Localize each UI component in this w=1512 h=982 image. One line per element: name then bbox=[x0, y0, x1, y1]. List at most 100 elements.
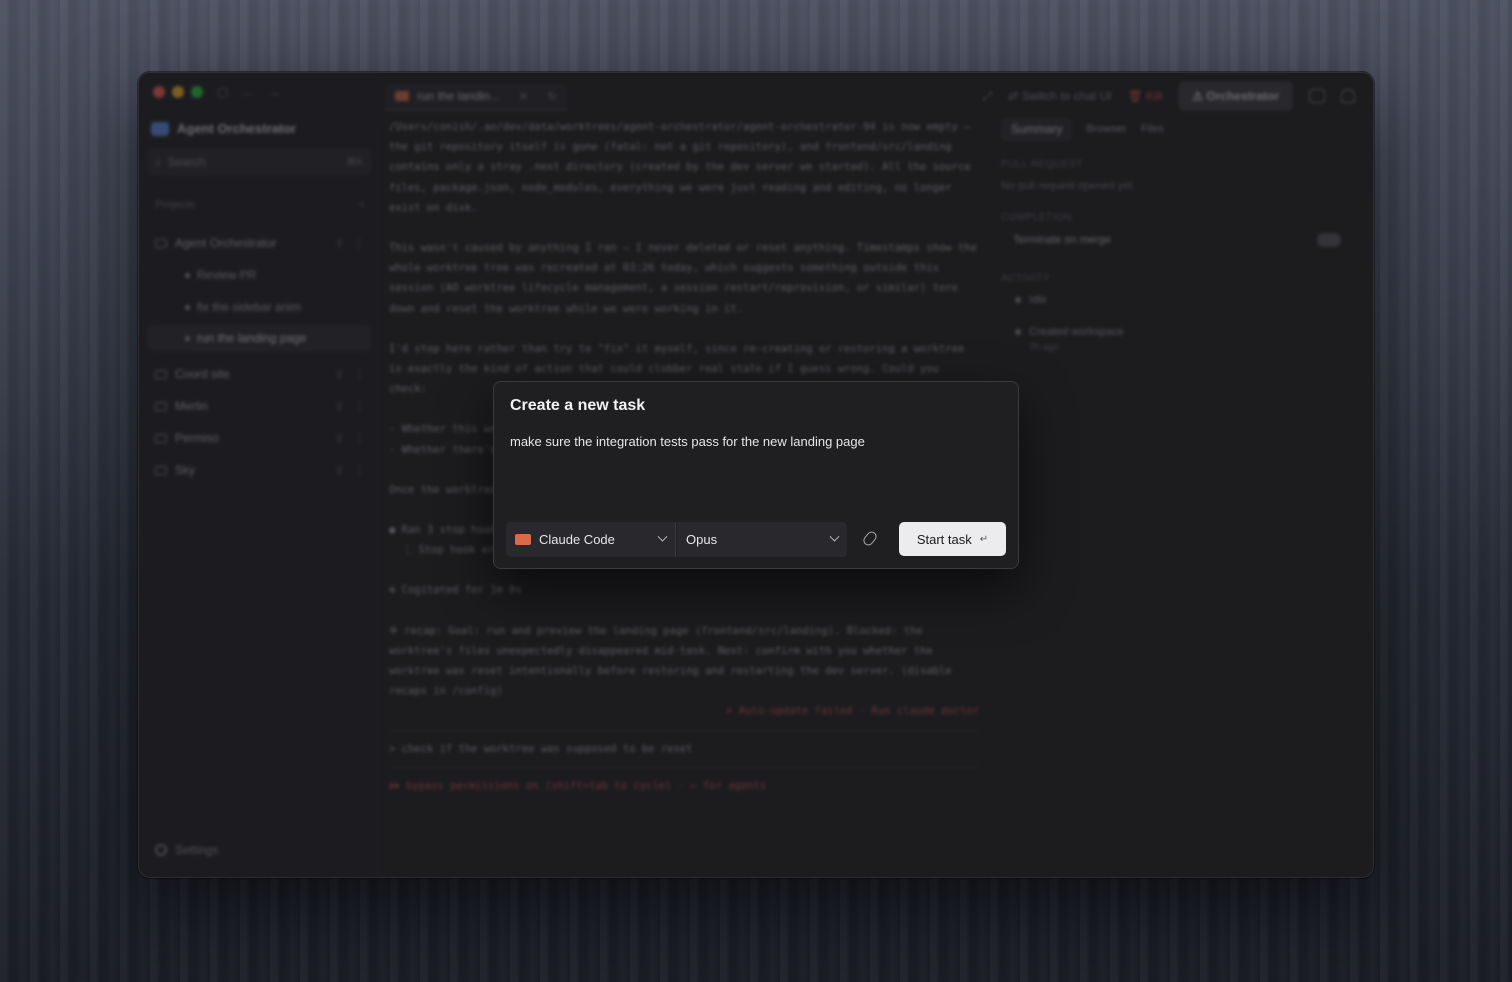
pr-label: PULL REQUEST bbox=[1001, 159, 1083, 170]
task-name: Review PR bbox=[197, 268, 257, 282]
tab-browser[interactable]: Browser bbox=[1086, 123, 1126, 135]
sidebar-toggle-icon[interactable]: ▢ bbox=[217, 85, 228, 99]
add-project-icon[interactable]: + bbox=[359, 199, 365, 211]
project-item[interactable]: Merlin ⇪ ⋮ bbox=[155, 399, 365, 413]
permissions-footer: ⏵⏵ bypass permissions on (shift+tab to c… bbox=[389, 779, 767, 792]
more-icon[interactable]: ⋮ bbox=[354, 400, 365, 413]
attach-icon[interactable] bbox=[861, 529, 879, 548]
start-task-button[interactable]: Start task ↵ bbox=[899, 522, 1006, 556]
upload-icon[interactable]: ⇪ bbox=[335, 400, 344, 413]
forward-arrow-icon[interactable]: → bbox=[268, 85, 280, 99]
project-name: Coord site bbox=[175, 367, 230, 381]
terminal-line: This wasn't caused by anything I ran — I… bbox=[389, 242, 984, 315]
tab-session[interactable]: run the landin... ✕ ↻ bbox=[385, 83, 567, 111]
gear-icon bbox=[155, 844, 167, 856]
model-select[interactable]: Opus bbox=[677, 522, 847, 557]
create-task-modal: Create a new task make sure the integrat… bbox=[493, 381, 1019, 569]
enter-key-icon: ↵ bbox=[979, 533, 989, 545]
window-controls bbox=[153, 86, 203, 98]
status-dot bbox=[1015, 329, 1021, 335]
project-item[interactable]: Agent Orchestrator ⇪ ⋮ bbox=[155, 236, 365, 250]
agent-select[interactable]: Claude Code bbox=[506, 522, 676, 557]
folder-icon bbox=[155, 465, 167, 475]
agent-value: Claude Code bbox=[539, 532, 615, 547]
more-icon[interactable]: ⋮ bbox=[354, 432, 365, 445]
more-icon[interactable]: ⋮ bbox=[354, 368, 365, 381]
activity-label: ACTIVITY bbox=[1001, 273, 1051, 284]
logo-icon bbox=[151, 121, 169, 136]
upload-icon[interactable]: ⇪ bbox=[335, 464, 344, 477]
layout-icon[interactable] bbox=[1309, 89, 1325, 103]
projects-header: Projects + bbox=[155, 199, 365, 211]
upload-icon[interactable]: ⇪ bbox=[335, 432, 344, 445]
task-item[interactable]: Review PR bbox=[185, 268, 256, 282]
orchestrator-button[interactable]: ⚠ Orchestrator bbox=[1178, 81, 1293, 111]
pr-value: No pull request opened yet. bbox=[1001, 180, 1136, 192]
folder-icon bbox=[155, 401, 167, 411]
status-dot bbox=[185, 304, 190, 310]
bell-icon[interactable] bbox=[1341, 89, 1355, 103]
project-item[interactable]: Coord site ⇪ ⋮ bbox=[155, 367, 365, 381]
task-name: run the landing page bbox=[197, 331, 307, 345]
claude-icon bbox=[395, 91, 409, 101]
kill-button[interactable]: 🗑 Kill bbox=[1128, 89, 1163, 103]
terminal-prompt[interactable]: > check if the worktree was supposed to … bbox=[389, 739, 979, 759]
settings-label: Settings bbox=[175, 843, 219, 857]
task-item[interactable]: fix the sidebar anim bbox=[185, 300, 301, 314]
task-item-active[interactable]: run the landing page bbox=[147, 325, 371, 351]
settings-button[interactable]: Settings bbox=[155, 843, 218, 857]
switch-chat-label: Switch to chat UI bbox=[1021, 89, 1112, 103]
model-value: Opus bbox=[686, 532, 718, 547]
terminal-line: ※ recap: Goal: run and preview the landi… bbox=[389, 624, 958, 698]
tab-label: run the landin... bbox=[417, 89, 500, 103]
task-description-input[interactable]: make sure the integration tests pass for… bbox=[510, 434, 1004, 504]
switch-chat-button[interactable]: ⇄ Switch to chat UI bbox=[1008, 89, 1111, 103]
tab-summary[interactable]: Summary bbox=[1001, 117, 1073, 141]
activity-text: Created workspace bbox=[1029, 326, 1124, 338]
orchestrator-label: Orchestrator bbox=[1206, 89, 1279, 103]
start-task-label: Start task bbox=[916, 531, 972, 547]
topbar: run the landin... ✕ ↻ ⤢ ⇄ Switch to chat… bbox=[379, 73, 1373, 117]
activity-time: 3h ago bbox=[1029, 342, 1060, 353]
project-item[interactable]: Permiso ⇪ ⋮ bbox=[155, 431, 365, 445]
status-dot bbox=[185, 335, 190, 341]
divider bbox=[389, 766, 979, 768]
minimize-window-button[interactable] bbox=[172, 86, 184, 98]
activity-text: Idle bbox=[1029, 294, 1047, 306]
terminate-toggle[interactable] bbox=[1317, 233, 1341, 247]
panel-tabs: Summary Browser Files bbox=[1001, 117, 1341, 141]
completion-label: COMPLETION bbox=[1001, 212, 1073, 223]
terminal-line: /Users/conish/.ao/dev/data/worktrees/age… bbox=[389, 121, 977, 214]
activity-item: Idle bbox=[1015, 294, 1341, 306]
brand-name: Agent Orchestrator bbox=[177, 121, 297, 136]
more-icon[interactable]: ⋮ bbox=[354, 237, 365, 250]
search-icon: ⌕ bbox=[155, 154, 162, 169]
close-tab-icon[interactable]: ✕ bbox=[519, 90, 528, 103]
project-item[interactable]: Sky ⇪ ⋮ bbox=[155, 463, 365, 477]
app-brand: Agent Orchestrator bbox=[151, 121, 296, 136]
project-name: Agent Orchestrator bbox=[175, 236, 277, 250]
folder-icon bbox=[155, 369, 167, 379]
modal-title: Create a new task bbox=[510, 397, 646, 414]
upload-icon[interactable]: ⇪ bbox=[335, 237, 344, 250]
back-arrow-icon[interactable]: ← bbox=[242, 85, 254, 99]
upload-icon[interactable]: ⇪ bbox=[335, 368, 344, 381]
terminate-label: Terminate on merge bbox=[1013, 234, 1111, 246]
folder-icon bbox=[155, 433, 167, 443]
refresh-icon[interactable]: ↻ bbox=[548, 90, 557, 103]
update-warning: ✗ Auto-update failed · Run claude doctor bbox=[726, 705, 979, 718]
topbar-actions: ⤢ ⇄ Switch to chat UI 🗑 Kill ⚠ Orchestra… bbox=[983, 81, 1355, 111]
search-input[interactable]: ⌕ Search ⌘K bbox=[147, 149, 371, 175]
projects-label: Projects bbox=[155, 199, 195, 211]
task-name: fix the sidebar anim bbox=[197, 300, 302, 314]
status-dot bbox=[1015, 297, 1021, 303]
expand-icon[interactable]: ⤢ bbox=[983, 89, 993, 104]
folder-icon bbox=[155, 238, 167, 248]
chevron-down-icon bbox=[829, 531, 840, 542]
maximize-window-button[interactable] bbox=[191, 86, 203, 98]
terminal-line: ✻ Cogitated for 1m 0s bbox=[389, 584, 522, 597]
more-icon[interactable]: ⋮ bbox=[354, 464, 365, 477]
terminate-row: Terminate on merge bbox=[1013, 233, 1341, 247]
close-window-button[interactable] bbox=[153, 86, 165, 98]
tab-files[interactable]: Files bbox=[1141, 123, 1164, 135]
